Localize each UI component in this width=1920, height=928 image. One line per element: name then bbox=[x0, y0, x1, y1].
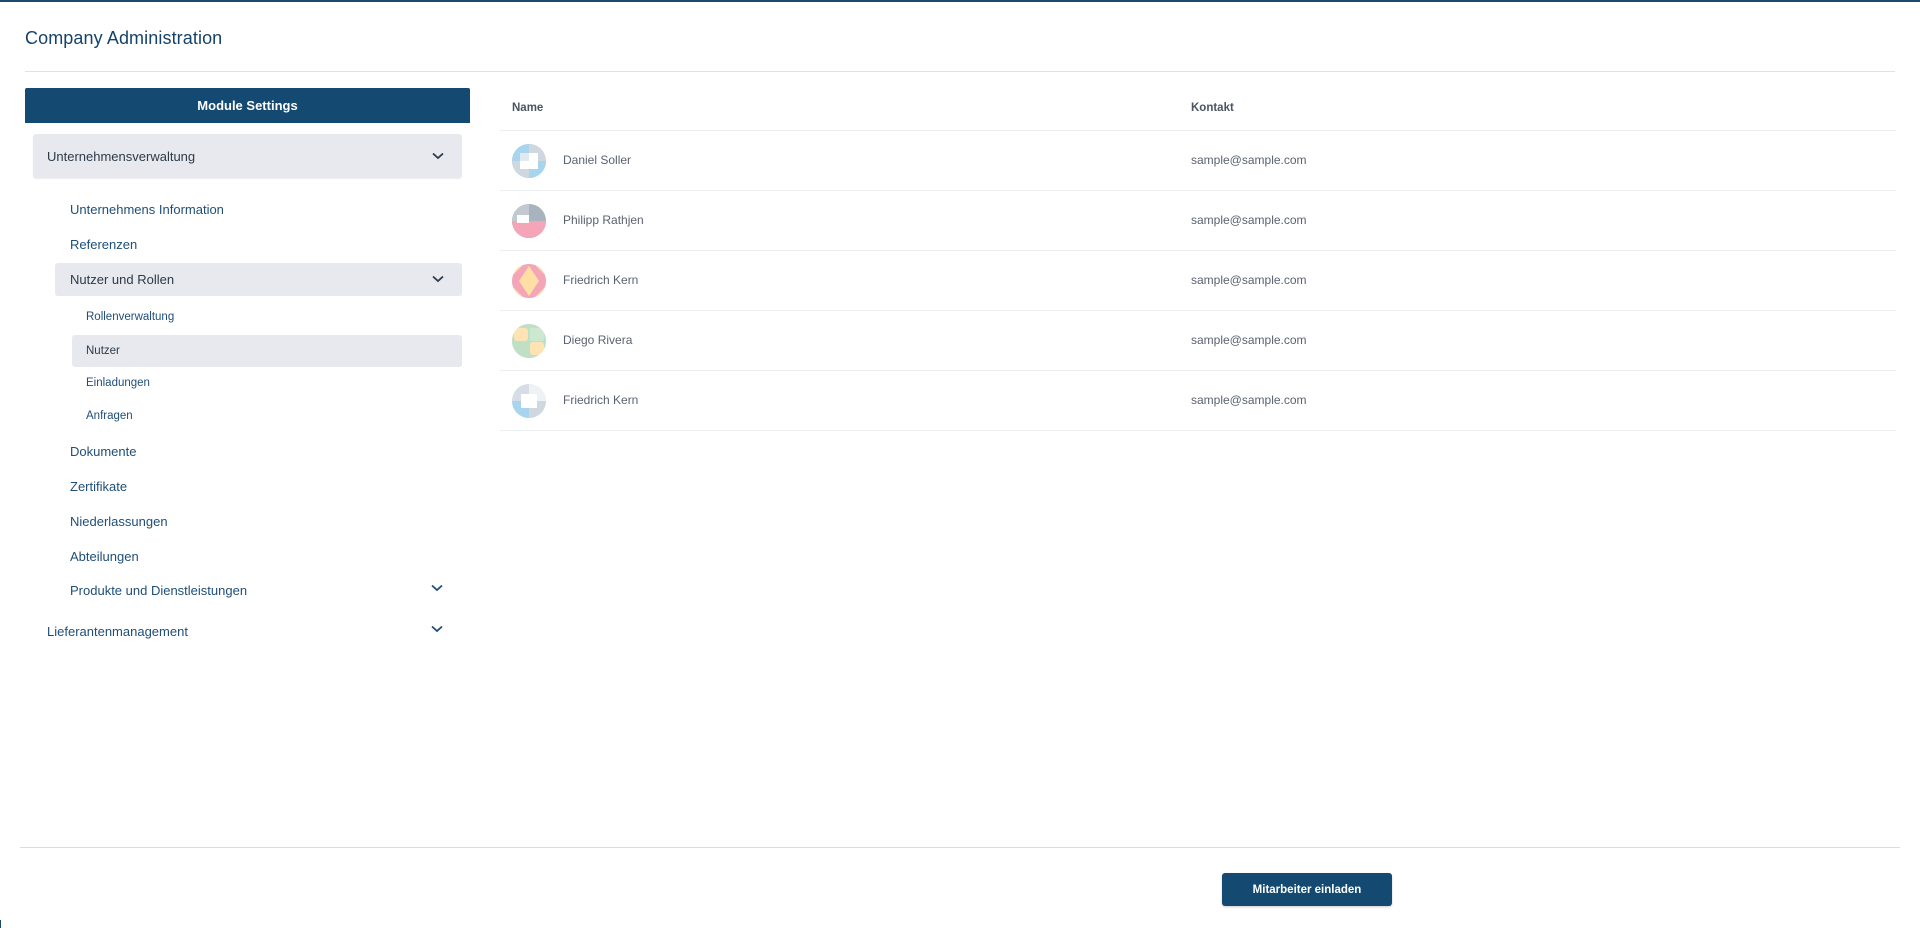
top-border bbox=[0, 0, 1920, 2]
sidebar-item-abteilungen[interactable]: Abteilungen bbox=[70, 549, 139, 564]
sidebar-item-referenzen[interactable]: Referenzen bbox=[70, 237, 137, 252]
user-name: Daniel Soller bbox=[563, 153, 632, 167]
sidebar-item-unternehmens-information[interactable]: Unternehmens Information bbox=[70, 202, 224, 217]
page-title: Company Administration bbox=[25, 28, 223, 48]
users-table: Name Kontakt Daniel Soller sample@sample… bbox=[500, 88, 1896, 431]
table-row[interactable]: Friedrich Kern sample@sample.com bbox=[500, 251, 1896, 311]
chevron-down-icon[interactable] bbox=[430, 622, 444, 636]
avatar bbox=[512, 204, 546, 238]
sidebar-item-zertifikate[interactable]: Zertifikate bbox=[70, 479, 127, 494]
avatar bbox=[512, 384, 546, 418]
column-header-contact[interactable]: Kontakt bbox=[1191, 102, 1234, 114]
sidebar-item-einladungen[interactable]: Einladungen bbox=[86, 377, 150, 389]
table-row[interactable]: Philipp Rathjen sample@sample.com bbox=[500, 191, 1896, 251]
module-settings-sidebar: Module Settings Unternehmensverwaltung U… bbox=[25, 88, 470, 639]
chevron-down-icon[interactable] bbox=[430, 581, 444, 595]
user-name: Friedrich Kern bbox=[563, 273, 639, 287]
sidebar-group-lieferantenmanagement[interactable]: Lieferantenmanagement bbox=[47, 624, 188, 639]
title-divider bbox=[25, 71, 1895, 72]
avatar bbox=[512, 144, 546, 178]
sidebar-subgroup-nutzer-und-rollen[interactable]: Nutzer und Rollen bbox=[55, 263, 462, 296]
invite-employee-button[interactable]: Mitarbeiter einladen bbox=[1222, 873, 1392, 906]
chevron-down-icon bbox=[431, 272, 445, 286]
user-contact: sample@sample.com bbox=[1191, 333, 1307, 347]
sidebar-item-niederlassungen[interactable]: Niederlassungen bbox=[70, 514, 168, 529]
avatar bbox=[512, 264, 546, 298]
table-row[interactable]: Daniel Soller sample@sample.com bbox=[500, 131, 1896, 191]
user-contact: sample@sample.com bbox=[1191, 393, 1307, 407]
user-contact: sample@sample.com bbox=[1191, 273, 1307, 287]
sidebar-item-dokumente[interactable]: Dokumente bbox=[70, 444, 136, 459]
sidebar-item-anfragen[interactable]: Anfragen bbox=[86, 410, 133, 422]
user-contact: sample@sample.com bbox=[1191, 213, 1307, 227]
user-name: Diego Rivera bbox=[563, 333, 633, 347]
table-header: Name Kontakt bbox=[500, 88, 1896, 131]
column-header-name[interactable]: Name bbox=[512, 102, 543, 114]
sidebar-group-label: Unternehmensverwaltung bbox=[47, 148, 196, 164]
table-row[interactable]: Friedrich Kern sample@sample.com bbox=[500, 371, 1896, 431]
sidebar-subgroup-label: Nutzer und Rollen bbox=[70, 272, 175, 287]
table-row[interactable]: Diego Rivera sample@sample.com bbox=[500, 311, 1896, 371]
sidebar-item-nutzer[interactable]: Nutzer bbox=[72, 335, 462, 367]
user-name: Philipp Rathjen bbox=[563, 213, 644, 227]
footer-divider bbox=[20, 847, 1900, 848]
sidebar-group-unternehmensverwaltung[interactable]: Unternehmensverwaltung bbox=[33, 134, 462, 178]
user-contact: sample@sample.com bbox=[1191, 153, 1307, 167]
avatar bbox=[512, 324, 546, 358]
sidebar-item-rollenverwaltung[interactable]: Rollenverwaltung bbox=[86, 311, 174, 323]
window-edge bbox=[0, 920, 1, 928]
chevron-down-icon bbox=[431, 149, 445, 163]
sidebar-item-label: Nutzer bbox=[86, 345, 120, 357]
sidebar-item-produkte-und-dienstleistungen[interactable]: Produkte und Dienstleistungen bbox=[70, 583, 247, 598]
module-settings-header: Module Settings bbox=[25, 88, 470, 123]
user-name: Friedrich Kern bbox=[563, 393, 639, 407]
